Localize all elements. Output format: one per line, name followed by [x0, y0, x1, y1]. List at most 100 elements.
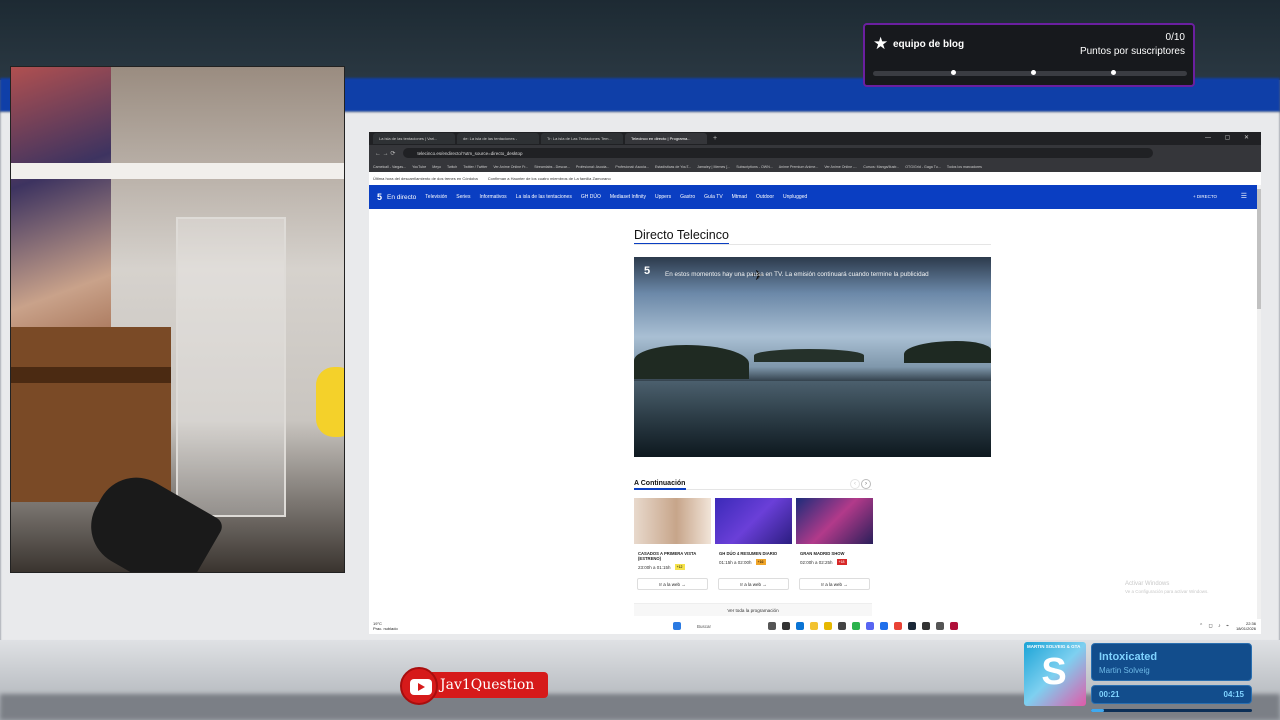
nav-en-directo[interactable]: En directo [387, 194, 416, 201]
hamburger-menu-icon[interactable]: ☰ [1241, 192, 1247, 200]
goal-progress-track [873, 70, 1187, 76]
page-scrollbar[interactable] [1257, 185, 1261, 619]
taskbar-clock[interactable]: 22:36 18/01/2026 [1236, 621, 1256, 631]
live-video-player[interactable]: ✈ 5 En estos momentos hay una pausa en T… [634, 257, 991, 457]
bookmark[interactable]: Meyo [432, 165, 441, 169]
bookmark[interactable]: Subscriptions - OWN... [736, 165, 773, 169]
task-view-icon[interactable] [768, 622, 776, 630]
taskbar-search[interactable]: Buscar [691, 622, 753, 631]
app-icon[interactable] [782, 622, 790, 630]
nav-informativos[interactable]: Informativos [479, 194, 506, 200]
view-all-programming-link[interactable]: Ver toda la programación [634, 603, 872, 616]
app-icon[interactable] [880, 622, 888, 630]
go-to-web-button[interactable]: Ir a la web → [718, 578, 789, 590]
nav-mtmad[interactable]: Mtmad [732, 194, 747, 200]
tab-label: Tr: La isla de Las Tentaciones Tem... [547, 136, 612, 141]
app-icon[interactable] [824, 622, 832, 630]
chrome-icon[interactable] [894, 622, 902, 630]
bookmark[interactable]: Cursos: Manga/Ilustr... [863, 165, 899, 169]
carousel-next-icon[interactable]: › [861, 479, 871, 489]
bookmark[interactable]: OTG/Grid - Gaga Tu... [905, 165, 941, 169]
program-card[interactable]: GRAN MADRID SHOW 02:00h a 02:25h +18 Ir a… [796, 498, 873, 594]
bookmark[interactable]: Profesional: Asocia... [615, 165, 649, 169]
nav-television[interactable]: Televisión [425, 194, 447, 200]
stream-goal-notification: ★ equipo de blog 0/10 Puntos por suscrip… [863, 23, 1195, 87]
news-link[interactable]: Confirman a Haunter de los cuatro miembr… [488, 176, 611, 181]
scrollbar-thumb[interactable] [1257, 189, 1261, 309]
telecinco-nav-bar: 5 En directo Televisión Series Informati… [369, 185, 1257, 209]
goal-title: equipo de blog [893, 39, 965, 50]
program-card[interactable]: CASADOS A PRIMERA VISTA (ESTRENO) 23:00h… [634, 498, 711, 594]
address-bar-row: ← → ⟳ telecinco.es/endirecto/?utm_source… [369, 145, 1261, 161]
nav-guia-tv[interactable]: Guía TV [704, 194, 723, 200]
browser-tab[interactable]: de: La isla de las tentaciones - [457, 133, 539, 144]
nav-gastro[interactable]: Gastro [680, 194, 695, 200]
figure-display-cabinet [176, 217, 286, 517]
bookmark-all[interactable]: Todos los marcadores [947, 165, 982, 169]
bookmark[interactable]: YouTube [412, 165, 426, 169]
bookmark[interactable]: Twitch [447, 165, 457, 169]
nav-outdoor[interactable]: Outdoor [756, 194, 774, 200]
bookmark[interactable]: Ver Anime Online Fr... [493, 165, 528, 169]
news-link[interactable]: Última hora del descarrilamiento de dos … [373, 176, 478, 181]
app-icon[interactable] [838, 622, 846, 630]
age-rating-badge: +16 [755, 559, 766, 565]
windows-taskbar: 19°C Prac. nublado Buscar ⌃ ◻ ♪ ⌁ 22:36 … [369, 619, 1261, 634]
plush-toy [316, 367, 344, 437]
app-icon[interactable] [852, 622, 860, 630]
bookmark[interactable]: Anime Premium Anime... [779, 165, 819, 169]
bookmark[interactable]: Jamaley | Memes [... [697, 165, 730, 169]
song-artist: Martin Solveig [1099, 666, 1150, 675]
activate-windows-hint: Ve a Configuración para activar Windows. [1125, 589, 1209, 594]
time-range: 02:00h a 02:25h [800, 559, 833, 565]
album-art-text: MARTIN SOLVEIG & GTA [1027, 644, 1081, 649]
browser-tab[interactable]: La isla de las tentaciones | Vari... [373, 133, 455, 144]
webcam-feed [10, 66, 345, 573]
bookmark[interactable]: Ver Anime Online -... [824, 165, 857, 169]
directo-button[interactable]: + DIRECTO [1193, 194, 1217, 199]
bookmark[interactable]: Streamlabs - Descar... [534, 165, 570, 169]
steam-icon[interactable] [908, 622, 916, 630]
window-controls[interactable]: — ▢ ✕ [1205, 134, 1255, 141]
app-icon[interactable] [866, 622, 874, 630]
start-button-icon[interactable] [673, 622, 681, 630]
program-thumbnail [796, 498, 873, 544]
tab-label: La isla de las tentaciones | Vari... [379, 136, 438, 141]
nav-mediaset-infinity[interactable]: Mediaset Infinity [610, 194, 646, 200]
nav-series[interactable]: Series [456, 194, 470, 200]
wall-shelf [11, 163, 344, 179]
nav-gh-duo[interactable]: GH DÚO [581, 194, 601, 200]
bookmark[interactable]: Twitter / Twitter [463, 165, 487, 169]
total-time: 04:15 [1223, 690, 1244, 699]
youtube-play-icon [410, 679, 432, 695]
weather-widget[interactable]: 19°C Prac. nublado [373, 621, 398, 631]
track-progress [1091, 709, 1252, 712]
url-field[interactable]: telecinco.es/endirecto/?utm_source=direc… [403, 148, 1154, 158]
nav-unplugged[interactable]: Unplugged [783, 194, 807, 200]
browser-tab[interactable]: Tr: La isla de Las Tentaciones Tem... [541, 133, 623, 144]
nav-uppers[interactable]: Uppers [655, 194, 671, 200]
tab-label: Telecinco en directo | Programa... [631, 136, 691, 141]
bookmark[interactable]: Profesional: Asocia... [576, 165, 610, 169]
app-icon[interactable] [922, 622, 930, 630]
obs-icon[interactable] [950, 622, 958, 630]
telecinco-logo[interactable]: 5 [377, 192, 382, 202]
back-forward-reload-icons[interactable]: ← → ⟳ [375, 150, 395, 157]
program-title: CASADOS A PRIMERA VISTA (ESTRENO) [638, 551, 697, 561]
program-card[interactable]: GH DÚO 4 RESUMEN DIARIO 01:15h a 02:00h +… [715, 498, 792, 594]
now-playing-widget: MARTIN SOLVEIG & GTA S Intoxicated Marti… [1024, 642, 1254, 714]
go-to-web-button[interactable]: Ir a la web → [637, 578, 708, 590]
go-to-web-button[interactable]: Ir a la web → [799, 578, 870, 590]
carousel-prev-icon[interactable]: ‹ [850, 479, 860, 489]
browser-tab-active[interactable]: Telecinco en directo | Programa... [625, 133, 707, 144]
goal-marker [1111, 70, 1116, 75]
up-next-heading: A Continuación [634, 480, 686, 487]
app-icon[interactable] [796, 622, 804, 630]
file-explorer-icon[interactable] [810, 622, 818, 630]
app-icon[interactable] [936, 622, 944, 630]
system-tray-icons[interactable]: ⌃ ◻ ♪ ⌁ [1199, 623, 1231, 629]
nav-la-isla[interactable]: La isla de las tentaciones [516, 194, 572, 200]
bookmark[interactable]: Camelcall - Vargas... [373, 165, 406, 169]
bookmark[interactable]: Estadísticas de YouT... [655, 165, 691, 169]
new-tab-icon[interactable]: + [713, 135, 717, 142]
